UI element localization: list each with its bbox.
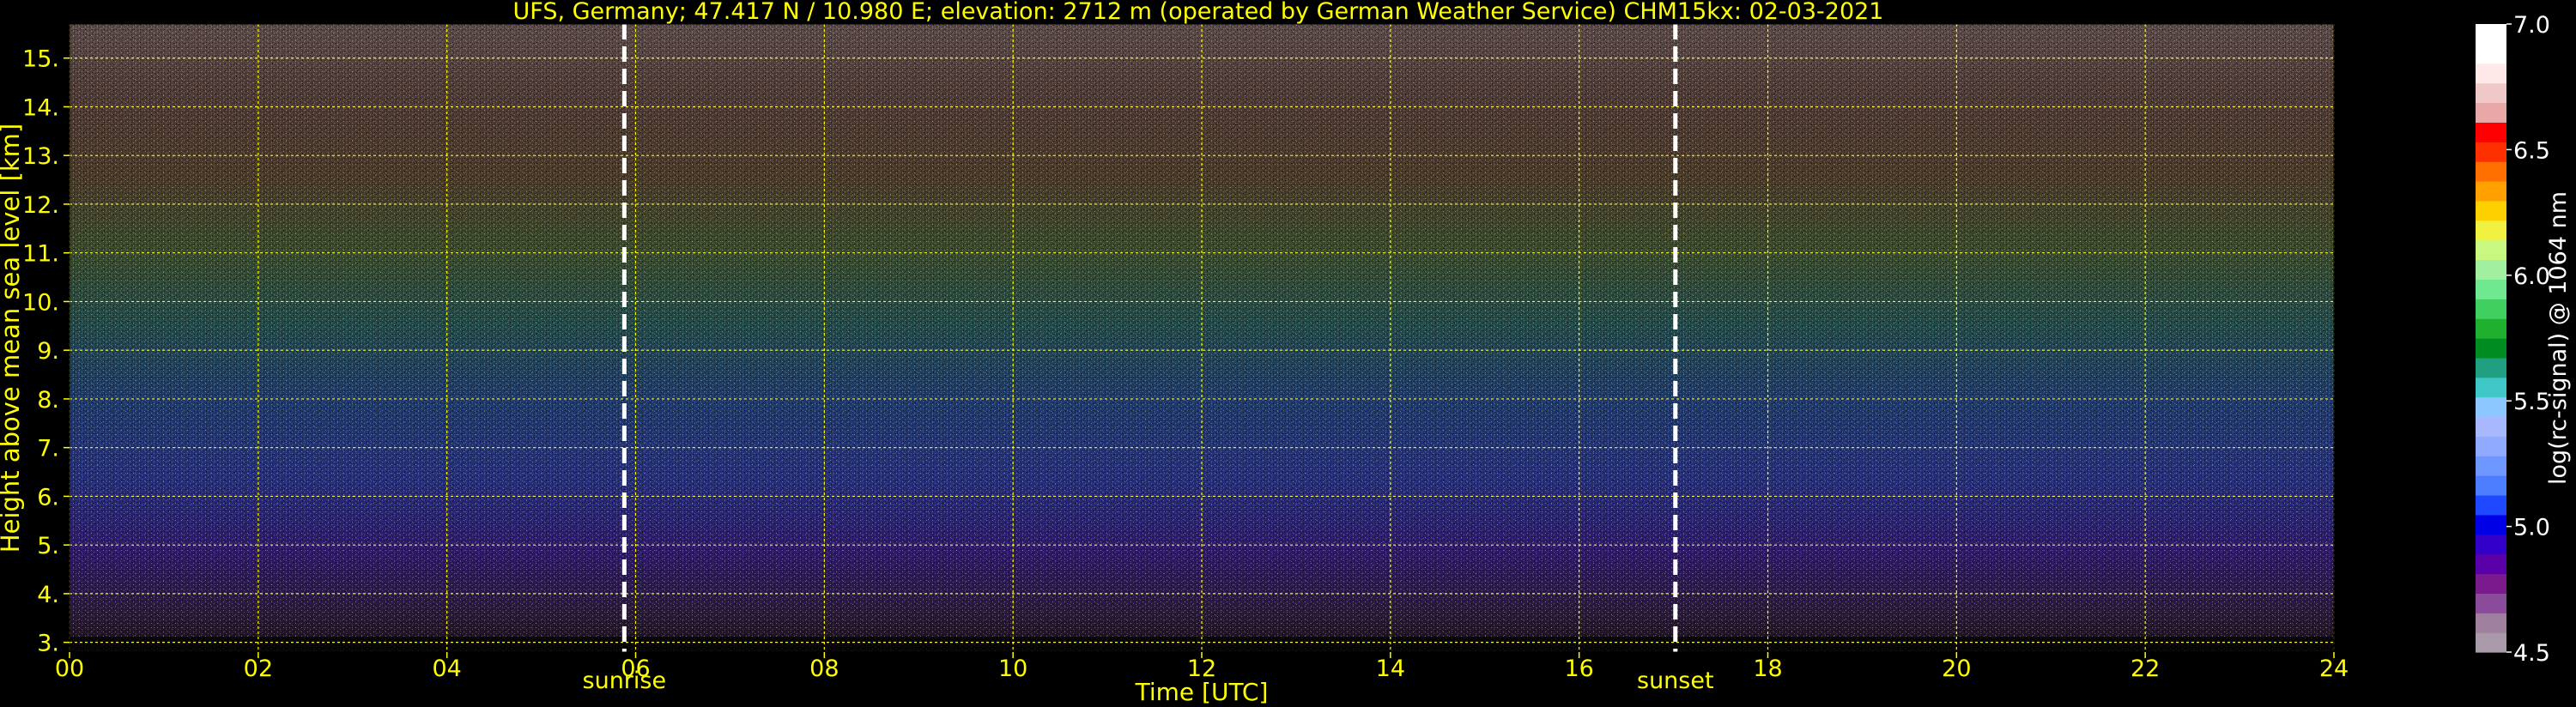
y-tick-label: 7. bbox=[37, 436, 59, 462]
colorbar-swatch bbox=[2476, 534, 2506, 555]
x-tick-label: 18 bbox=[1753, 656, 1782, 682]
colorbar-swatch bbox=[2476, 593, 2506, 613]
x-tick-label: 24 bbox=[2319, 656, 2349, 682]
y-tick-label: 10. bbox=[22, 289, 59, 316]
colorbar-swatch bbox=[2476, 338, 2506, 359]
x-tick-label: 10 bbox=[998, 656, 1027, 682]
ceilometer-chart: UFS, Germany; 47.417 N / 10.980 E; eleva… bbox=[0, 0, 2572, 706]
colorbar-swatch bbox=[2476, 573, 2506, 594]
colorbar-swatch bbox=[2476, 436, 2506, 456]
x-tick-label: 14 bbox=[1376, 656, 1405, 682]
y-tick-label: 3. bbox=[37, 631, 59, 657]
y-tick-label: 8. bbox=[37, 387, 59, 414]
colorbar-swatch bbox=[2476, 299, 2506, 319]
x-tick-label: 22 bbox=[2131, 656, 2160, 682]
colorbar-swatch bbox=[2476, 200, 2506, 221]
colorbar-swatch bbox=[2476, 122, 2506, 142]
y-tick-label: 12. bbox=[22, 192, 59, 219]
colorbar-swatch bbox=[2476, 613, 2506, 633]
colorbar: 4.55.05.56.06.57.0 log(rc-signal) @ 1064… bbox=[2476, 12, 2572, 667]
colorbar-tick-label: 4.5 bbox=[2513, 640, 2550, 667]
colorbar-swatch bbox=[2476, 396, 2506, 418]
y-tick-label: 14. bbox=[22, 94, 59, 121]
y-tick-label: 6. bbox=[37, 484, 59, 511]
x-tick-label: 02 bbox=[244, 656, 273, 682]
colorbar-swatch bbox=[2476, 161, 2506, 182]
x-tick-label: 16 bbox=[1564, 656, 1593, 682]
colorbar-swatch bbox=[2476, 142, 2506, 162]
colorbar-swatch bbox=[2476, 357, 2506, 378]
colorbar-swatch bbox=[2476, 456, 2506, 476]
colorbar-swatch bbox=[2476, 318, 2506, 339]
colorbar-label: log(rc-signal) @ 1064 nm bbox=[2545, 191, 2572, 485]
x-axis-label: Time [UTC] bbox=[1135, 678, 1269, 706]
colorbar-swatch bbox=[2476, 259, 2506, 280]
colorbar-swatch bbox=[2476, 181, 2506, 202]
colorbar-swatch bbox=[2476, 102, 2506, 123]
y-tick-label: 15. bbox=[22, 46, 59, 73]
colorbar-ticks: 4.55.05.56.06.57.0 bbox=[2506, 12, 2550, 667]
colorbar-swatch bbox=[2476, 495, 2506, 516]
y-tick-label: 4. bbox=[37, 582, 59, 608]
y-tick-label: 9. bbox=[37, 338, 59, 365]
colorbar-swatch bbox=[2476, 220, 2506, 241]
colorbar-swatches bbox=[2476, 24, 2506, 653]
colorbar-swatch bbox=[2476, 82, 2506, 104]
chart-title: UFS, Germany; 47.417 N / 10.980 E; eleva… bbox=[513, 0, 1884, 25]
colorbar-swatch bbox=[2476, 43, 2506, 64]
colorbar-swatch bbox=[2476, 239, 2506, 261]
colorbar-swatch bbox=[2476, 63, 2506, 84]
x-tick-label: 04 bbox=[432, 656, 461, 682]
x-tick-label: 00 bbox=[55, 656, 84, 682]
colorbar-swatch bbox=[2476, 553, 2506, 575]
y-tick-label: 11. bbox=[22, 241, 59, 268]
sunset-label: sunset bbox=[1637, 668, 1714, 694]
x-tick-label: 06 bbox=[621, 656, 650, 682]
colorbar-swatch bbox=[2476, 24, 2506, 45]
colorbar-swatch bbox=[2476, 279, 2506, 299]
colorbar-swatch bbox=[2476, 632, 2506, 653]
colorbar-tick-label: 5.0 bbox=[2513, 515, 2550, 541]
colorbar-swatch bbox=[2476, 416, 2506, 437]
colorbar-tick-label: 6.5 bbox=[2513, 137, 2550, 164]
y-tick-label: 13. bbox=[22, 143, 59, 170]
x-tick-label: 08 bbox=[809, 656, 839, 682]
colorbar-swatch bbox=[2476, 377, 2506, 398]
plot-area: sunrise sunset bbox=[69, 23, 2335, 694]
colorbar-swatch bbox=[2476, 475, 2506, 496]
colorbar-swatch bbox=[2476, 514, 2506, 535]
y-axis-label: Height above mean sea level [km] bbox=[0, 124, 25, 553]
x-tick-label: 20 bbox=[1942, 656, 1971, 682]
y-tick-label: 5. bbox=[37, 533, 59, 559]
y-axis-ticks: 3. 4. 5. 6. 7. 8. 9. 10. 11. 12. 13. 14. 15. bbox=[22, 46, 70, 657]
colorbar-tick-label: 7.0 bbox=[2513, 12, 2550, 39]
